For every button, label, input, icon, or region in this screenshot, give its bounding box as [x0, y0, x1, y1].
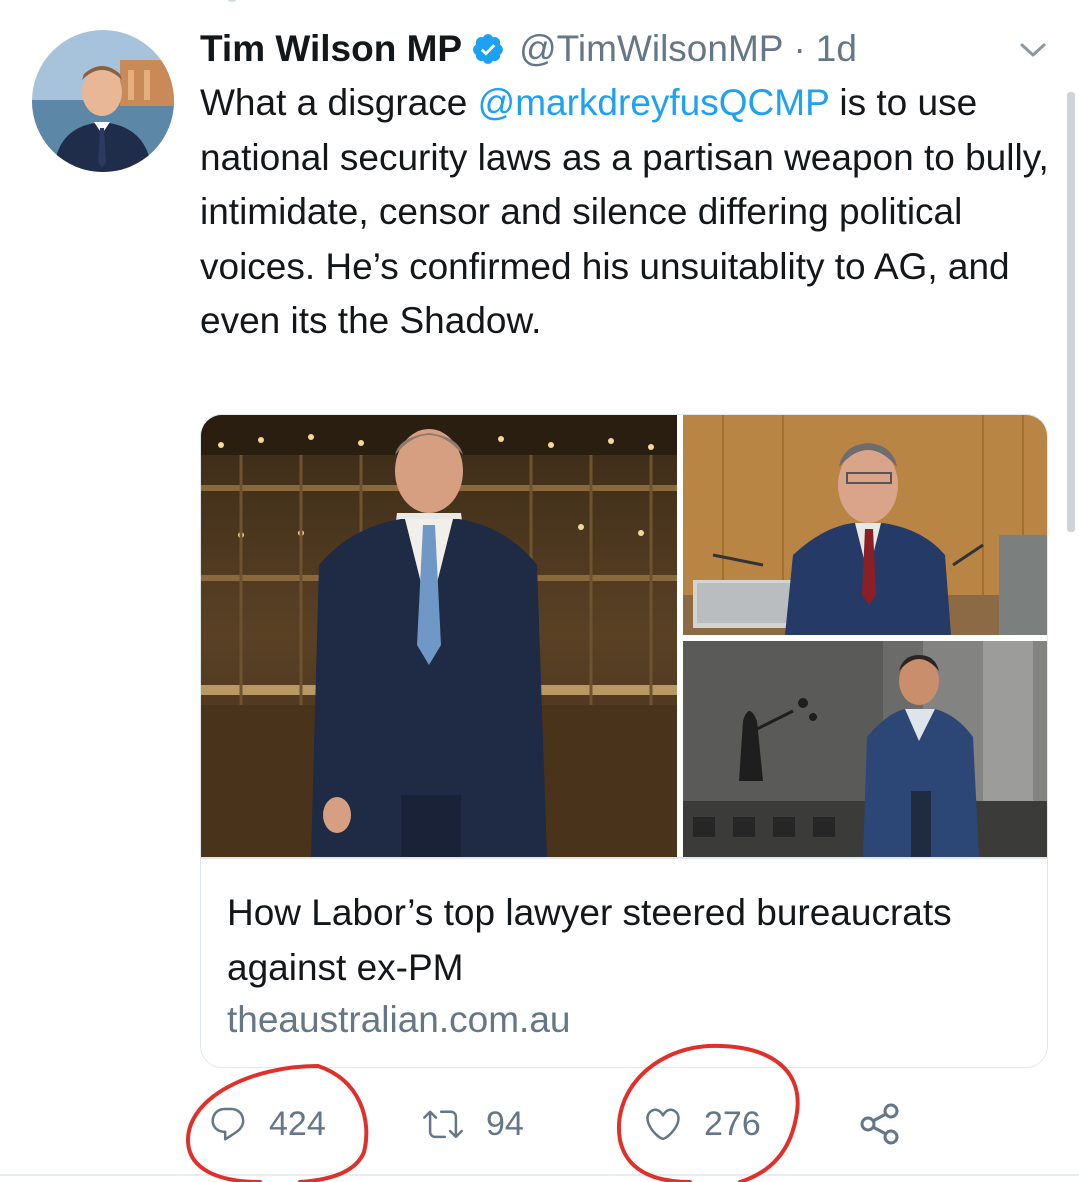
card-image-bottom-right — [683, 641, 1047, 857]
timestamp[interactable]: 1d — [816, 28, 857, 70]
tweet-text-start: What a disgrace — [200, 82, 478, 123]
card-image-top-right — [683, 415, 1047, 635]
share-button[interactable] — [858, 1096, 920, 1152]
card-image-left — [201, 415, 677, 857]
card-domain: theaustralian.com.au — [227, 999, 571, 1040]
retweet-icon — [423, 1110, 463, 1139]
author-handle[interactable]: @TimWilsonMP — [519, 28, 783, 70]
chevron-down-icon[interactable] — [1018, 38, 1048, 62]
divider — [0, 1174, 1079, 1176]
author-name[interactable]: Tim Wilson MP — [200, 28, 462, 70]
reply-button[interactable]: 424 — [205, 1096, 326, 1152]
author-avatar[interactable] — [32, 30, 174, 172]
tweet-actions: 424 94 276 — [0, 1096, 1079, 1156]
share-icon — [860, 1103, 899, 1145]
tweet-header: Tim Wilson MP @TimWilsonMP · 1d — [200, 24, 857, 74]
separator: · — [793, 28, 806, 69]
retweet-count: 94 — [486, 1104, 524, 1143]
decorative-dot — [226, 0, 238, 2]
retweet-button[interactable]: 94 — [418, 1096, 524, 1152]
mention-link[interactable]: @markdreyfusQCMP — [478, 82, 829, 123]
tweet-body: What a disgrace @markdreyfusQCMP is to u… — [200, 76, 1060, 349]
card-divider — [201, 857, 1047, 859]
card-title[interactable]: How Labor’s top lawyer steered bureaucra… — [227, 885, 1027, 995]
verified-badge-icon — [471, 32, 505, 66]
reply-icon — [211, 1107, 245, 1141]
like-count: 276 — [704, 1104, 761, 1143]
reply-count: 424 — [269, 1104, 326, 1143]
scrollbar[interactable] — [1067, 92, 1075, 532]
heart-icon — [646, 1108, 680, 1141]
like-button[interactable]: 276 — [640, 1096, 761, 1152]
link-card[interactable]: How Labor’s top lawyer steered bureaucra… — [200, 414, 1048, 1068]
